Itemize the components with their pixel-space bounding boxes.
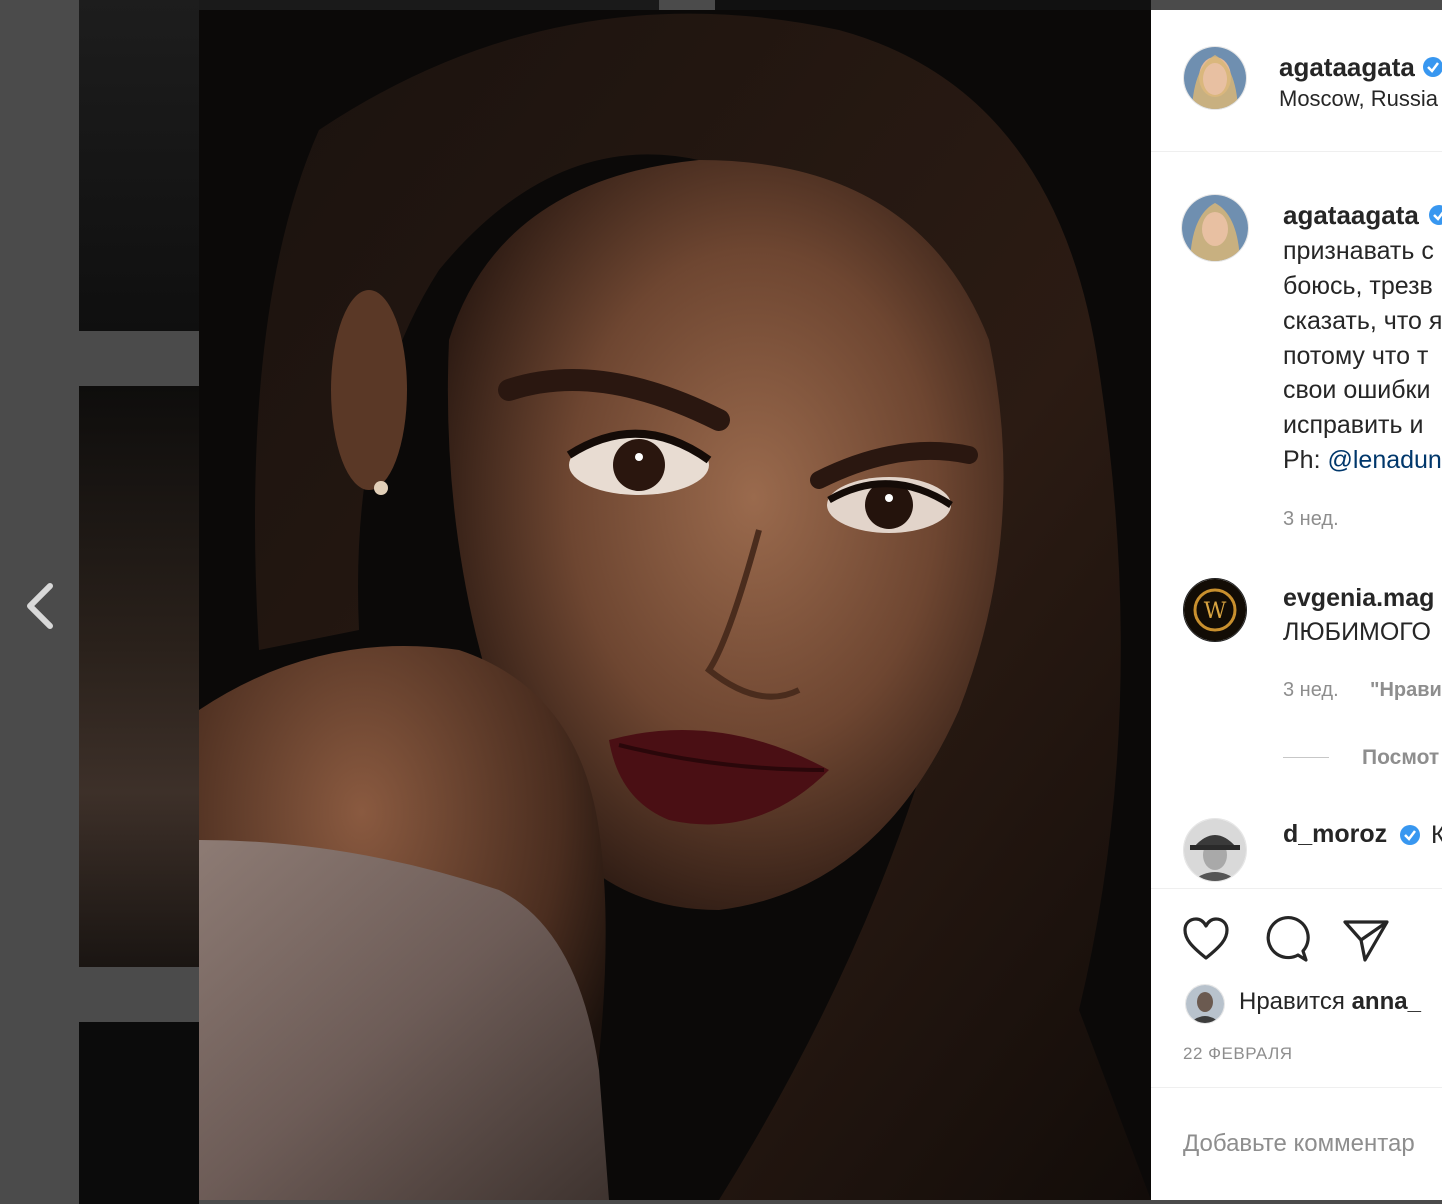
- caption-text-line: свои ошибки: [1283, 376, 1431, 404]
- chevron-left-icon[interactable]: [18, 578, 64, 634]
- post-photo[interactable]: [199, 10, 1151, 1200]
- comment-username[interactable]: evgenia.mag: [1283, 584, 1434, 613]
- avatar[interactable]: [1183, 818, 1247, 882]
- avatar[interactable]: W: [1183, 578, 1247, 642]
- heart-icon[interactable]: [1181, 914, 1231, 964]
- caption-text-line: боюсь, трезв: [1283, 272, 1433, 300]
- caption-credit-prefix: Ph:: [1283, 446, 1328, 474]
- background-post-thumbnail: [79, 0, 199, 331]
- photographer-mention-link[interactable]: @lenadun: [1327, 446, 1441, 474]
- caption-text-line: сказать, что я: [1283, 307, 1442, 335]
- caption-timestamp[interactable]: 3 нед.: [1283, 508, 1339, 531]
- paper-plane-icon[interactable]: [1341, 914, 1391, 964]
- background-post-thumbnail: [715, 0, 1151, 10]
- caption-credit: Ph: @lenadun: [1283, 446, 1442, 475]
- svg-text:W: W: [1204, 599, 1227, 624]
- post-author-username[interactable]: agataagata: [1279, 52, 1415, 83]
- replies-divider: [1283, 757, 1329, 758]
- caption-username[interactable]: agataagata: [1283, 200, 1419, 231]
- comment-text: К: [1431, 821, 1442, 849]
- post-location[interactable]: Moscow, Russia: [1279, 86, 1438, 112]
- post-header: agataagata Moscow, Russia: [1151, 10, 1442, 152]
- view-replies-button[interactable]: Посмот: [1362, 746, 1439, 770]
- background-post-thumbnail: [79, 386, 199, 967]
- comment-like-count[interactable]: "Нрави: [1370, 679, 1442, 702]
- verified-badge-icon: [1399, 824, 1421, 846]
- verified-badge-icon: [1422, 56, 1442, 78]
- caption-text-line: признавать с: [1283, 237, 1434, 265]
- comment-divider: [1151, 1087, 1442, 1088]
- background-post-thumbnail: [79, 1022, 199, 1204]
- likes-summary: Нравится anna_: [1239, 988, 1421, 1016]
- comment-timestamp[interactable]: 3 нед.: [1283, 679, 1339, 702]
- actions-divider: [1151, 888, 1442, 889]
- likes-prefix: Нравится: [1239, 988, 1352, 1015]
- avatar[interactable]: [1185, 984, 1225, 1024]
- comment-username[interactable]: d_moroz: [1283, 820, 1387, 849]
- comment-bubble-icon[interactable]: [1261, 914, 1311, 964]
- caption-text-line: потому что т: [1283, 342, 1429, 370]
- verified-badge-icon: [1428, 204, 1442, 226]
- caption-text-line: исправить и: [1283, 411, 1424, 439]
- background-post-thumbnail: [199, 0, 659, 10]
- avatar[interactable]: [1183, 46, 1247, 110]
- liked-by-username[interactable]: anna_: [1352, 988, 1421, 1015]
- post-date[interactable]: 22 ФЕВРАЛЯ: [1183, 1044, 1293, 1064]
- add-comment-input[interactable]: [1183, 1124, 1442, 1164]
- avatar[interactable]: [1181, 194, 1249, 262]
- comment-text: ЛЮБИМОГО: [1283, 618, 1431, 646]
- post-side-panel: agataagata Moscow, Russia agataagata при…: [1151, 10, 1442, 1200]
